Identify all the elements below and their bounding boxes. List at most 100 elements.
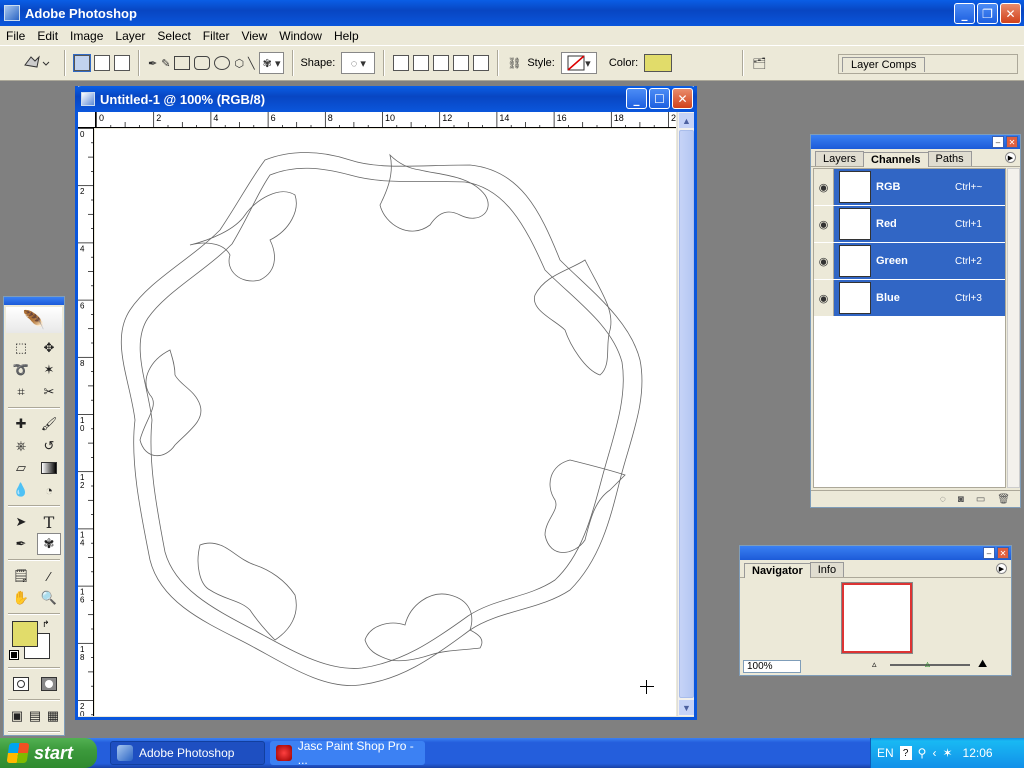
menu-view[interactable]: View	[235, 29, 273, 43]
language-indicator[interactable]: EN	[877, 746, 894, 760]
ruler-origin[interactable]	[78, 112, 96, 128]
dodge-tool-icon[interactable]: ◔	[37, 479, 61, 501]
fill-pixels-mode-button[interactable]	[114, 55, 130, 71]
start-button[interactable]: start	[0, 738, 97, 768]
restore-button[interactable]: ❐	[977, 3, 998, 24]
history-brush-tool-icon[interactable]: ↺	[37, 435, 61, 457]
custom-shape-tool-icon[interactable]: ✾	[37, 533, 61, 555]
zoom-in-icon[interactable]: ⛰	[978, 658, 987, 671]
show-hidden-icons-button[interactable]: ‹	[932, 746, 936, 760]
vertical-ruler[interactable]: 02468101214161820	[78, 128, 94, 716]
gradient-tool-icon[interactable]	[37, 457, 61, 479]
move-tool-icon[interactable]: ✥	[37, 337, 61, 359]
save-selection-icon[interactable]: ◙	[958, 494, 964, 505]
ellipse-tool-icon[interactable]	[214, 56, 231, 70]
minimize-button[interactable]: _	[954, 3, 975, 24]
path-selection-tool-icon[interactable]: ➤	[9, 511, 33, 533]
scrollbar-thumb[interactable]	[679, 130, 694, 698]
toolbox-title-bar[interactable]	[4, 297, 64, 305]
style-picker[interactable]: ▾	[560, 52, 597, 74]
zoom-field[interactable]: 100%	[743, 660, 801, 673]
panel-menu-icon[interactable]: ▶	[1005, 152, 1016, 163]
channel-row-blue[interactable]: ◉ Blue Ctrl+3	[814, 280, 1005, 317]
tab-navigator[interactable]: Navigator	[744, 563, 811, 578]
menu-layer[interactable]: Layer	[109, 29, 151, 43]
navigator-panel-title-bar[interactable]: – ✕	[740, 546, 1011, 560]
feather-logo-icon[interactable]: 🪶	[6, 307, 62, 333]
doc-minimize-button[interactable]: _	[626, 88, 647, 109]
default-colors-icon[interactable]	[9, 650, 19, 660]
new-channel-icon[interactable]: ▭	[976, 494, 985, 505]
clone-stamp-tool-icon[interactable]: ⎈	[9, 435, 33, 457]
panel-minimize-button[interactable]: –	[992, 136, 1004, 148]
channel-row-red[interactable]: ◉ Red Ctrl+1	[814, 206, 1005, 243]
menu-select[interactable]: Select	[151, 29, 196, 43]
tab-info[interactable]: Info	[809, 562, 845, 577]
hand-tool-icon[interactable]: ✋	[9, 587, 33, 609]
visibility-eye-icon[interactable]: ◉	[814, 169, 834, 205]
menu-filter[interactable]: Filter	[197, 29, 236, 43]
type-tool-icon[interactable]: T	[37, 511, 61, 533]
healing-brush-tool-icon[interactable]: ✚	[9, 413, 33, 435]
add-shape-area-button[interactable]	[413, 55, 430, 71]
channels-panel-title-bar[interactable]: – ✕	[811, 135, 1020, 149]
taskbar-item-paint-shop-pro[interactable]: Jasc Paint Shop Pro - ...	[270, 739, 425, 767]
image-canvas[interactable]	[95, 129, 676, 716]
menu-file[interactable]: File	[0, 29, 31, 43]
help-icon[interactable]: ?	[899, 746, 912, 760]
crop-tool-icon[interactable]: ⌗	[9, 381, 33, 403]
document-vertical-scrollbar[interactable]: ▲ ▼	[677, 112, 694, 716]
custom-shape-tool-button[interactable]: ✾ ▾	[258, 52, 285, 74]
menu-help[interactable]: Help	[328, 29, 365, 43]
zoom-slider-handle[interactable]: ▵	[925, 659, 930, 670]
menu-window[interactable]: Window	[273, 29, 328, 43]
panel-close-button[interactable]: ✕	[997, 547, 1009, 559]
panel-menu-icon[interactable]: ▶	[996, 563, 1007, 574]
menu-image[interactable]: Image	[64, 29, 109, 43]
taskbar-item-photoshop[interactable]: Adobe Photoshop	[110, 741, 265, 765]
color-swatch[interactable]	[644, 54, 673, 72]
doc-maximize-button[interactable]: ☐	[649, 88, 670, 109]
clock[interactable]: 12:06	[963, 746, 993, 760]
channel-row-rgb[interactable]: ◉ RGB Ctrl+~	[814, 169, 1005, 206]
visibility-eye-icon[interactable]: ◉	[814, 206, 834, 242]
standard-screen-mode-icon[interactable]: ▣	[9, 705, 25, 727]
visibility-eye-icon[interactable]: ◉	[814, 280, 834, 316]
tray-app-icon[interactable]: ✶	[942, 746, 952, 760]
full-screen-menu-mode-icon[interactable]: ▤	[27, 705, 43, 727]
zoom-tool-icon[interactable]: 🔍	[37, 587, 61, 609]
swap-colors-icon[interactable]: ↱	[42, 619, 50, 630]
scroll-down-arrow-icon[interactable]: ▼	[679, 700, 694, 715]
zoom-out-icon[interactable]: ▵	[872, 659, 877, 670]
subtract-shape-area-button[interactable]	[433, 55, 450, 71]
link-icon[interactable]: ⛓	[507, 52, 521, 74]
lasso-tool-icon[interactable]: ➰	[9, 359, 33, 381]
palette-well-icon[interactable]: 🗂	[752, 52, 766, 74]
marquee-tool-icon[interactable]: ⬚	[9, 337, 33, 359]
brush-tool-icon[interactable]: 🖌	[37, 413, 61, 435]
exclude-shape-area-button[interactable]	[473, 55, 490, 71]
load-selection-icon[interactable]: ◌	[940, 494, 946, 505]
pen-tool-icon[interactable]: ✒	[9, 533, 33, 555]
panel-minimize-button[interactable]: –	[983, 547, 995, 559]
menu-edit[interactable]: Edit	[31, 29, 64, 43]
tool-preset-picker[interactable]	[16, 52, 56, 74]
foreground-color-swatch[interactable]	[12, 621, 38, 647]
paths-mode-button[interactable]	[94, 55, 110, 71]
document-title-bar[interactable]: Untitled-1 @ 100% (RGB/8) _ ☐ ✕	[75, 86, 697, 112]
pen-tool-icon[interactable]: ✒	[148, 52, 157, 74]
network-icon[interactable]: ⚲	[918, 746, 927, 760]
scroll-up-arrow-icon[interactable]: ▲	[679, 113, 694, 128]
close-button[interactable]: ✕	[1000, 3, 1021, 24]
polygon-tool-icon[interactable]: ⬡	[234, 52, 244, 74]
intersect-shape-area-button[interactable]	[453, 55, 470, 71]
tab-layers[interactable]: Layers	[815, 151, 865, 166]
quick-mask-mode-icon[interactable]	[37, 673, 61, 695]
rectangle-tool-icon[interactable]	[174, 56, 191, 70]
notes-tool-icon[interactable]: 🗒	[9, 565, 33, 587]
magic-wand-tool-icon[interactable]: ✶	[37, 359, 61, 381]
delete-channel-icon[interactable]: 🗑	[997, 494, 1010, 505]
shape-picker[interactable]: ◌ ▾	[341, 52, 376, 74]
tab-paths[interactable]: Paths	[927, 151, 972, 166]
new-shape-area-button[interactable]	[393, 55, 410, 71]
